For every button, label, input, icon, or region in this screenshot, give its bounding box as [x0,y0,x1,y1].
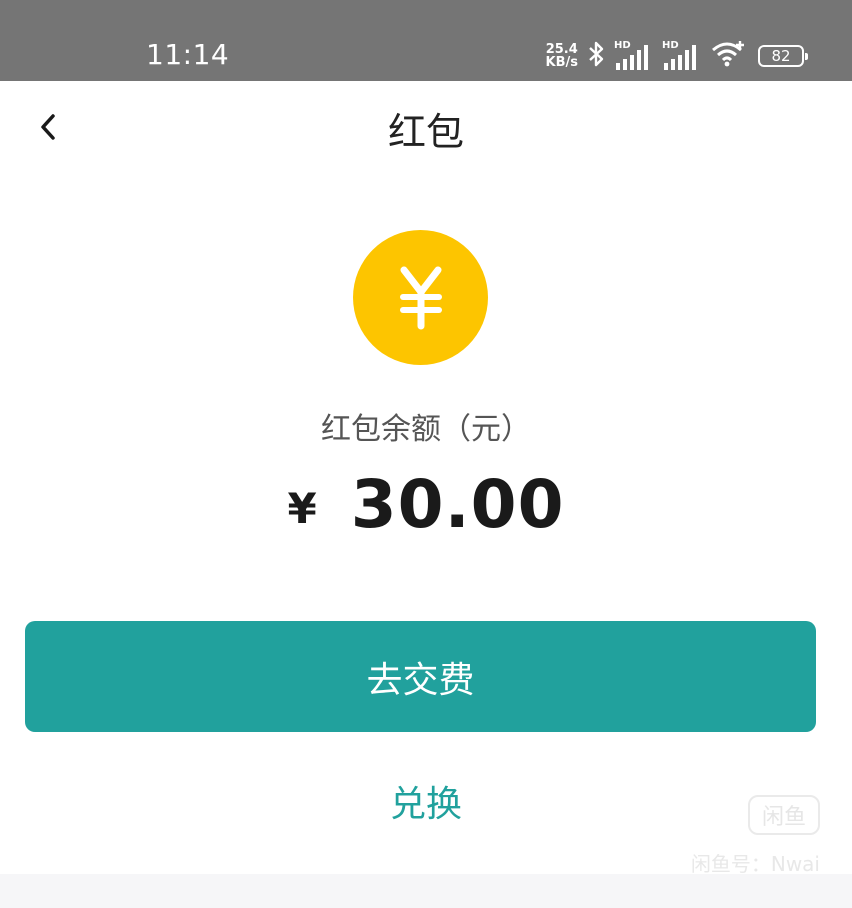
bluetooth-icon [588,41,604,71]
watermark-logo: 闲鱼 [748,795,820,835]
signal-icon-2: HD [662,41,700,71]
balance-amount: 30.00 [350,466,565,543]
page-title: 红包 [387,110,464,154]
network-speed: 25.4 KB/s [546,43,578,69]
balance-amount-row: ¥ 30.00 [0,466,852,543]
network-speed-unit: KB/s [545,55,578,70]
header: 红包 [0,81,852,177]
currency-symbol: ¥ [287,484,317,533]
signal-icon: HD [614,41,652,71]
status-bar: 11:14 25.4 KB/s HD HD 82 [0,0,852,81]
balance-label: 红包余额（元） [321,412,531,447]
exchange-link[interactable]: 兑换 [0,775,852,827]
bottom-strip [0,874,852,908]
wifi-icon [710,39,748,73]
status-icons: 25.4 KB/s HD HD 82 [546,38,808,74]
battery-icon: 82 [758,45,808,67]
pay-fee-button[interactable]: 去交费 [25,621,816,732]
yuan-coin-icon [353,230,488,365]
battery-level: 82 [771,47,791,65]
watermark-text: 闲鱼号：Nwai [690,852,820,876]
status-time: 11:14 [146,38,230,71]
